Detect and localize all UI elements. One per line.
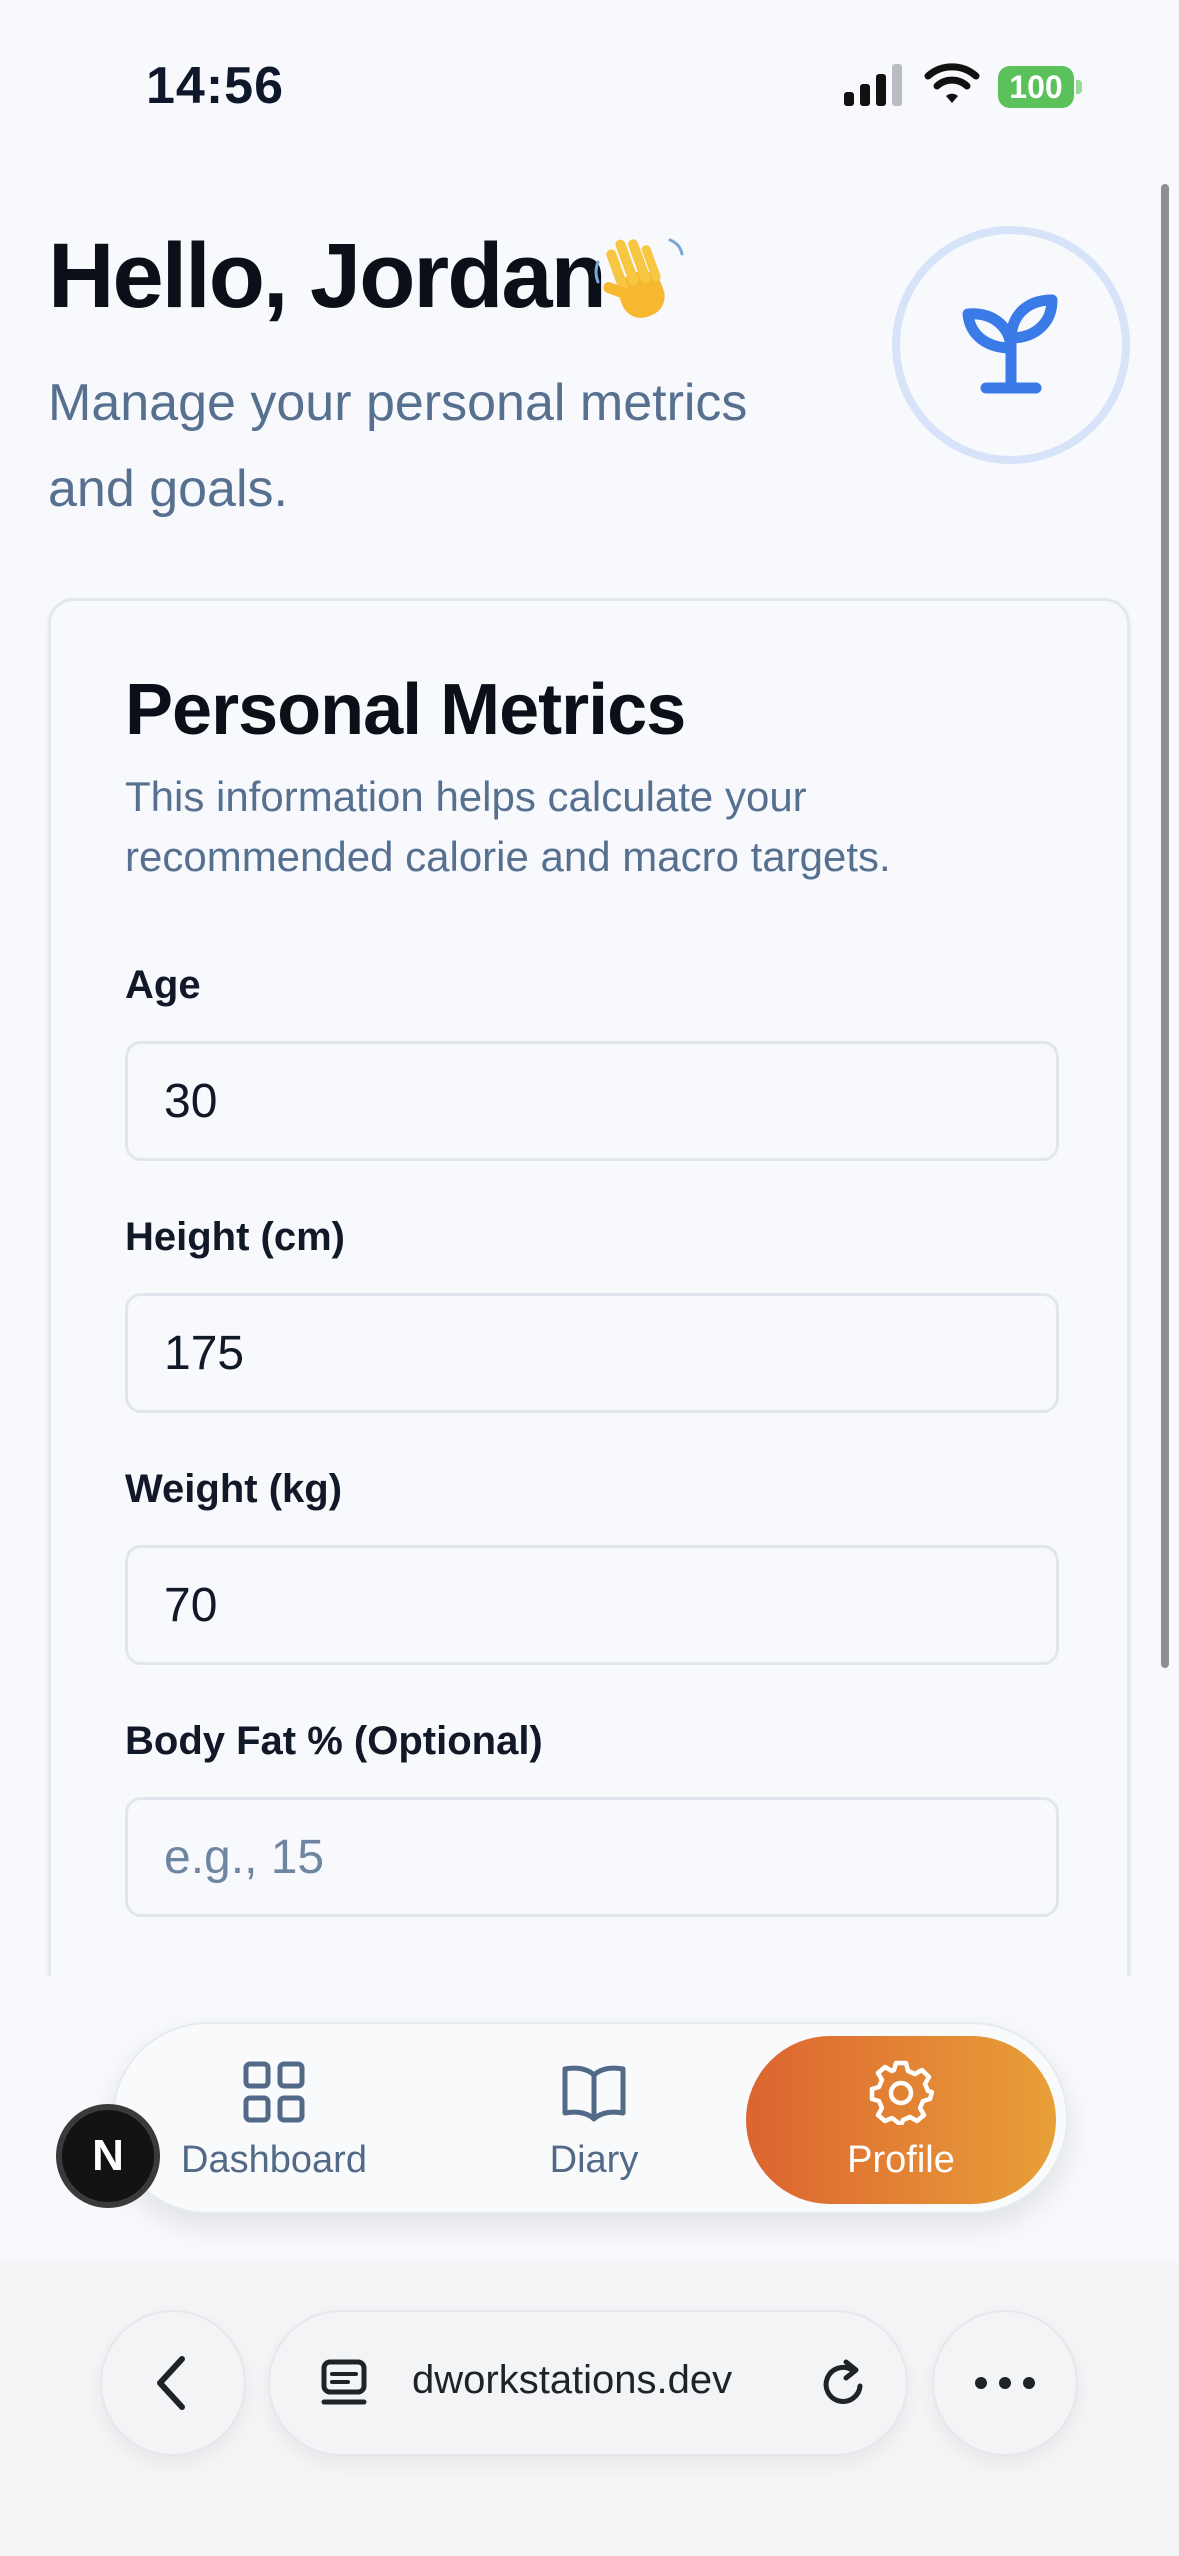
cellular-signal-icon	[844, 64, 902, 106]
app-logo	[892, 226, 1130, 464]
tab-diary-label: Diary	[549, 2138, 639, 2181]
height-input[interactable]	[125, 1293, 1059, 1413]
weight-input[interactable]	[125, 1545, 1059, 1665]
waving-hand-icon	[594, 238, 684, 318]
address-bar[interactable]: dworkstations.dev	[268, 2310, 908, 2456]
reload-icon[interactable]	[816, 2356, 872, 2412]
card-description: This information helps calculate your re…	[125, 773, 891, 880]
age-label: Age	[125, 963, 201, 1007]
body-fat-label: Body Fat % (Optional)	[125, 1719, 543, 1763]
sprout-icon	[962, 294, 1058, 394]
height-label: Height (cm)	[125, 1215, 345, 1259]
back-button[interactable]	[100, 2310, 246, 2456]
battery-icon: 100	[998, 66, 1082, 108]
profile-page: 14:56 100 Hello, Jordan Manage your pers…	[0, 0, 1179, 2556]
scrollbar[interactable]	[1161, 184, 1169, 1668]
more-options-button[interactable]	[932, 2310, 1078, 2456]
wifi-icon	[924, 63, 980, 103]
url-text: dworkstations.dev	[412, 2358, 733, 2402]
tab-profile[interactable]: Profile	[746, 2036, 1056, 2204]
card-title: Personal Metrics	[125, 670, 686, 750]
tabs-icon	[321, 2359, 367, 2405]
tab-dashboard[interactable]: Dashboard	[154, 2024, 394, 2216]
battery-level: 100	[998, 66, 1074, 108]
bottom-tab-bar: Dashboard Diary Profile	[112, 2022, 1068, 2214]
tab-profile-label: Profile	[847, 2138, 955, 2181]
dev-tools-badge[interactable]: N	[56, 2104, 160, 2208]
status-bar: 14:56 100	[0, 0, 1179, 140]
grid-icon	[243, 2061, 305, 2122]
page-subtitle: Manage your personal metrics and goals.	[48, 374, 748, 518]
page-title: Hello, Jordan	[48, 225, 607, 327]
book-icon	[562, 2065, 626, 2121]
weight-label: Weight (kg)	[125, 1467, 343, 1511]
personal-metrics-card: Personal Metrics This information helps …	[48, 598, 1130, 2018]
tab-dashboard-label: Dashboard	[181, 2138, 367, 2181]
status-time: 14:56	[146, 57, 284, 115]
body-fat-input[interactable]	[125, 1797, 1059, 1917]
gear-icon	[869, 2060, 934, 2125]
ellipsis-icon	[975, 2377, 1035, 2389]
chevron-left-icon	[157, 2356, 185, 2410]
age-input[interactable]	[125, 1041, 1059, 1161]
tab-diary[interactable]: Diary	[474, 2024, 714, 2216]
battery-tip	[1076, 80, 1082, 94]
